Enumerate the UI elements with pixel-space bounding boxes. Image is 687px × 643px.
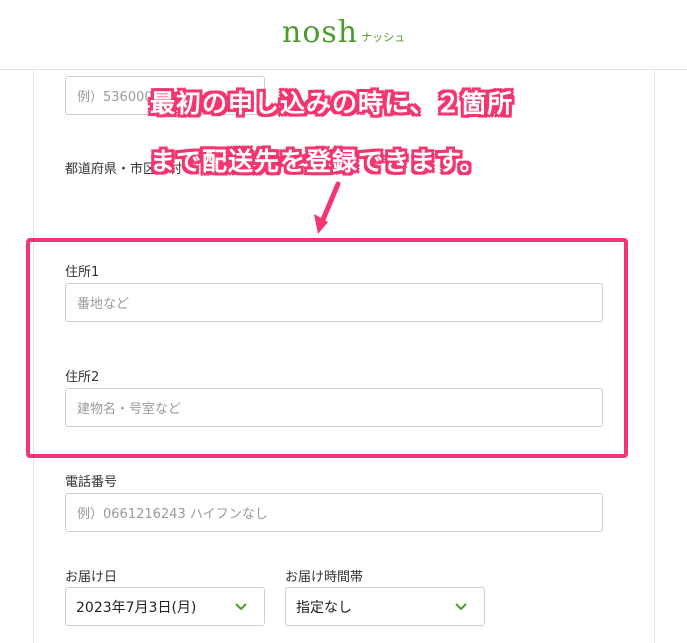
logo-kana: ナッシュ (361, 31, 406, 44)
phone-input[interactable]: 例）0661216243 ハイフンなし (65, 493, 603, 532)
phone-placeholder: 例）0661216243 ハイフンなし (77, 507, 268, 522)
site-header: nosh ナッシュ (0, 0, 687, 70)
delivery-date-select[interactable]: 2023年7月3日(月) (65, 587, 265, 626)
delivery-date-value: 2023年7月3日(月) (76, 599, 197, 616)
delivery-time-label: お届け時間帯 (285, 570, 364, 585)
callout-line-1: 最初の申し込みの時に、２箇所 (150, 89, 514, 118)
address-highlight-box (26, 238, 628, 458)
callout-line-2: まで配送先を登録できます。 (150, 147, 486, 176)
nosh-logo[interactable]: nosh ナッシュ (282, 18, 405, 48)
phone-label: 電話番号 (65, 475, 118, 490)
chevron-down-icon (235, 602, 247, 610)
chevron-down-icon (455, 602, 467, 610)
logo-text: nosh (282, 15, 359, 50)
delivery-date-label: お届け日 (65, 570, 118, 585)
postal-code-placeholder: 例）536000 (77, 90, 153, 105)
delivery-time-select[interactable]: 指定なし (285, 587, 485, 626)
delivery-time-value: 指定なし (296, 599, 352, 616)
arrow-down-icon (314, 181, 341, 234)
